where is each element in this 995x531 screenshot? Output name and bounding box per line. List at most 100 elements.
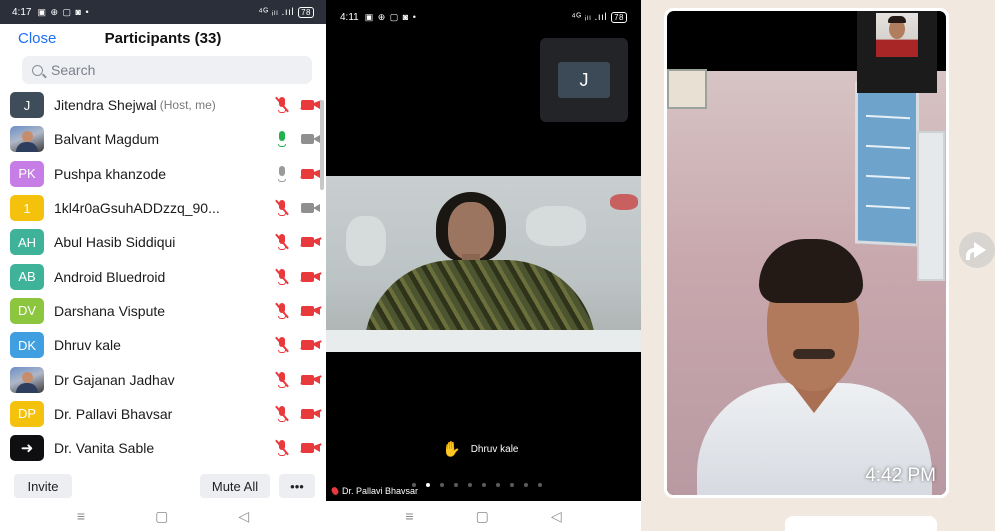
mic-muted-icon[interactable] — [276, 337, 288, 354]
mic-muted-icon[interactable] — [276, 268, 288, 285]
video-off-icon[interactable] — [301, 408, 321, 420]
scrollbar[interactable] — [320, 100, 324, 190]
page-dot[interactable] — [426, 483, 430, 487]
recents-icon[interactable]: ≡ — [77, 508, 85, 524]
notification-icons: ▣ ⊕ ▢ ◙ • — [37, 6, 90, 17]
participant-row[interactable]: AB Android Bluedroid — [0, 259, 326, 293]
participant-row[interactable]: DV Darshana Vispute — [0, 294, 326, 328]
video-off-icon[interactable] — [301, 168, 321, 180]
mic-muted-icon[interactable] — [276, 440, 288, 457]
chat-panel: 4:42 PM — [641, 0, 995, 531]
mic-muted-icon[interactable] — [276, 302, 288, 319]
page-dot[interactable] — [454, 483, 458, 487]
microphone-icon[interactable] — [276, 165, 288, 182]
participant-name: Dr Gajanan Jadhav — [54, 371, 175, 388]
signal-icon: ⁴ᴳ ᵢₗₗ .ııl — [571, 11, 608, 23]
recents-icon[interactable]: ≡ — [405, 508, 413, 524]
notification-icons: ▣ ⊕ ▢ ◙ • — [364, 11, 417, 22]
participant-name: Jitendra Shejwal — [54, 97, 157, 114]
raised-hand-icon: ✋ — [442, 441, 461, 458]
participant-row[interactable]: J Jitendra Shejwal (Host, me) — [0, 88, 326, 122]
active-speaker-video[interactable] — [326, 176, 641, 352]
mic-muted-icon[interactable] — [276, 405, 288, 422]
page-dot[interactable] — [440, 483, 444, 487]
invite-button[interactable]: Invite — [14, 474, 72, 498]
battery-icon: 78 — [298, 6, 314, 18]
avatar — [10, 126, 44, 153]
page-dot[interactable] — [524, 483, 528, 487]
signal-icon: ⁴ᴳ ᵢₗₗ .ııl — [258, 6, 295, 18]
video-off-icon[interactable] — [301, 305, 321, 317]
notice-sheet — [917, 131, 945, 281]
page-dot[interactable] — [468, 483, 472, 487]
more-options-button[interactable]: ••• — [279, 474, 315, 498]
mic-muted-icon[interactable] — [276, 371, 288, 388]
active-speaker-name: Dr. Pallavi Bhavsar — [342, 486, 419, 496]
home-icon[interactable]: ▢ — [476, 508, 489, 525]
close-button[interactable]: Close — [18, 30, 56, 47]
participant-row[interactable]: ➜ Dr. Vanita Sable — [0, 431, 326, 465]
speaker-mic-icon — [330, 486, 340, 496]
participant-row[interactable]: Balvant Magdum — [0, 122, 326, 156]
participant-row[interactable]: DK Dhruv kale — [0, 328, 326, 362]
participants-footer: Invite Mute All ••• — [0, 471, 326, 501]
microphone-icon[interactable] — [276, 131, 288, 148]
avatar: 1 — [10, 195, 44, 222]
page-dot[interactable] — [538, 483, 542, 487]
video-camera-icon[interactable] — [301, 202, 321, 214]
video-off-icon[interactable] — [301, 442, 321, 454]
search-input[interactable] — [51, 62, 291, 78]
participant-name: Dr. Pallavi Bhavsar — [54, 405, 173, 422]
participant-row[interactable]: AH Abul Hasib Siddiqui — [0, 225, 326, 259]
participant-row[interactable]: PK Pushpa khanzode — [0, 157, 326, 191]
active-speaker-label: Dr. Pallavi Bhavsar — [330, 486, 419, 496]
image-message-bubble[interactable]: 4:42 PM — [664, 8, 949, 498]
search-icon — [32, 64, 43, 76]
participant-name: Abul Hasib Siddiqui — [54, 234, 176, 251]
search-box[interactable] — [22, 56, 312, 84]
mute-all-button[interactable]: Mute All — [200, 474, 270, 498]
table-surface — [326, 330, 641, 352]
page-dot[interactable] — [510, 483, 514, 487]
mic-muted-icon[interactable] — [276, 234, 288, 251]
date-chip — [785, 516, 937, 531]
participant-name: Dr. Vanita Sable — [54, 440, 155, 457]
participant-row[interactable]: Dr Gajanan Jadhav — [0, 362, 326, 396]
video-off-icon[interactable] — [301, 339, 321, 351]
participant-name: Balvant Magdum — [54, 131, 160, 148]
shared-video-call-image[interactable]: 4:42 PM — [667, 11, 946, 495]
home-icon[interactable]: ▢ — [155, 508, 168, 525]
participant-row[interactable]: DP Dr. Pallavi Bhavsar — [0, 397, 326, 431]
avatar: AH — [10, 229, 44, 256]
video-off-icon[interactable] — [301, 99, 321, 111]
avatar: DP — [10, 400, 44, 427]
mic-muted-icon[interactable] — [276, 97, 288, 114]
video-off-icon[interactable] — [301, 236, 321, 248]
video-off-icon[interactable] — [301, 271, 321, 283]
android-nav-bar: ≡ ▢ ◁ — [0, 501, 326, 531]
participants-panel: 4:17 ▣ ⊕ ▢ ◙ • ⁴ᴳ ᵢₗₗ .ııl 78 Close Part… — [0, 0, 326, 531]
battery-icon: 78 — [611, 11, 627, 23]
page-dot[interactable] — [496, 483, 500, 487]
status-time: 4:17 — [12, 6, 32, 18]
wall-mark — [610, 194, 638, 210]
forward-button[interactable] — [959, 232, 995, 268]
video-off-icon[interactable] — [301, 374, 321, 386]
wall-patch — [346, 216, 386, 266]
avatar: ➜ — [10, 435, 44, 462]
participant-row[interactable]: 1 1kl4r0aGsuhADDzzq_90... — [0, 191, 326, 225]
avatar: J — [10, 92, 44, 119]
video-camera-icon[interactable] — [301, 133, 321, 145]
page-dot[interactable] — [482, 483, 486, 487]
back-icon[interactable]: ◁ — [551, 508, 562, 525]
participant-list: J Jitendra Shejwal (Host, me) Balvant Magdu… — [0, 88, 326, 465]
participant-name: Android Bluedroid — [54, 268, 166, 285]
participant-role: (Host, me) — [159, 98, 216, 113]
self-video-thumbnail[interactable]: J — [540, 38, 628, 122]
wall-frame — [667, 69, 707, 109]
avatar: PK — [10, 160, 44, 187]
back-icon[interactable]: ◁ — [238, 508, 249, 525]
board-text-line — [866, 114, 910, 120]
mic-muted-icon[interactable] — [276, 200, 288, 217]
pip-person — [876, 13, 918, 57]
